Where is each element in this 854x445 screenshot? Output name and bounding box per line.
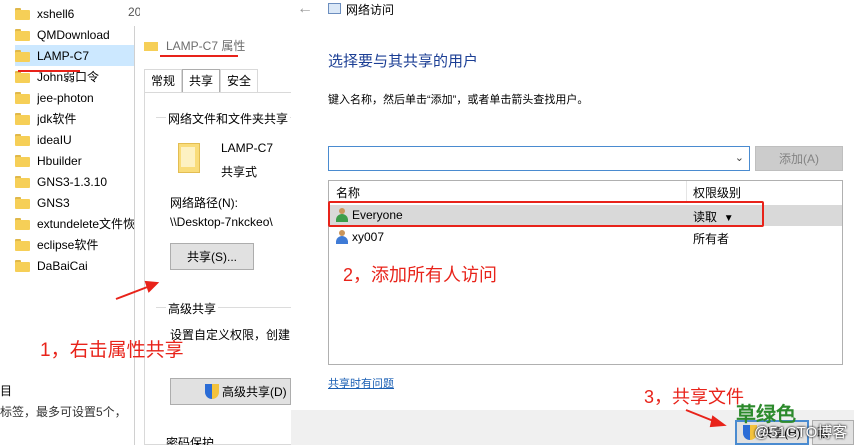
watermark-site: @51CTO博客 <box>754 424 848 441</box>
annotation-step1: 1，右击属性共享 <box>40 340 184 361</box>
arrow-step3 <box>685 409 727 428</box>
annotation-step3: 3，共享文件 <box>644 387 745 407</box>
arrow-step1 <box>115 280 160 300</box>
annotation-step2: 2，添加所有人访问 <box>343 265 498 285</box>
annotation-arrows <box>115 280 727 428</box>
